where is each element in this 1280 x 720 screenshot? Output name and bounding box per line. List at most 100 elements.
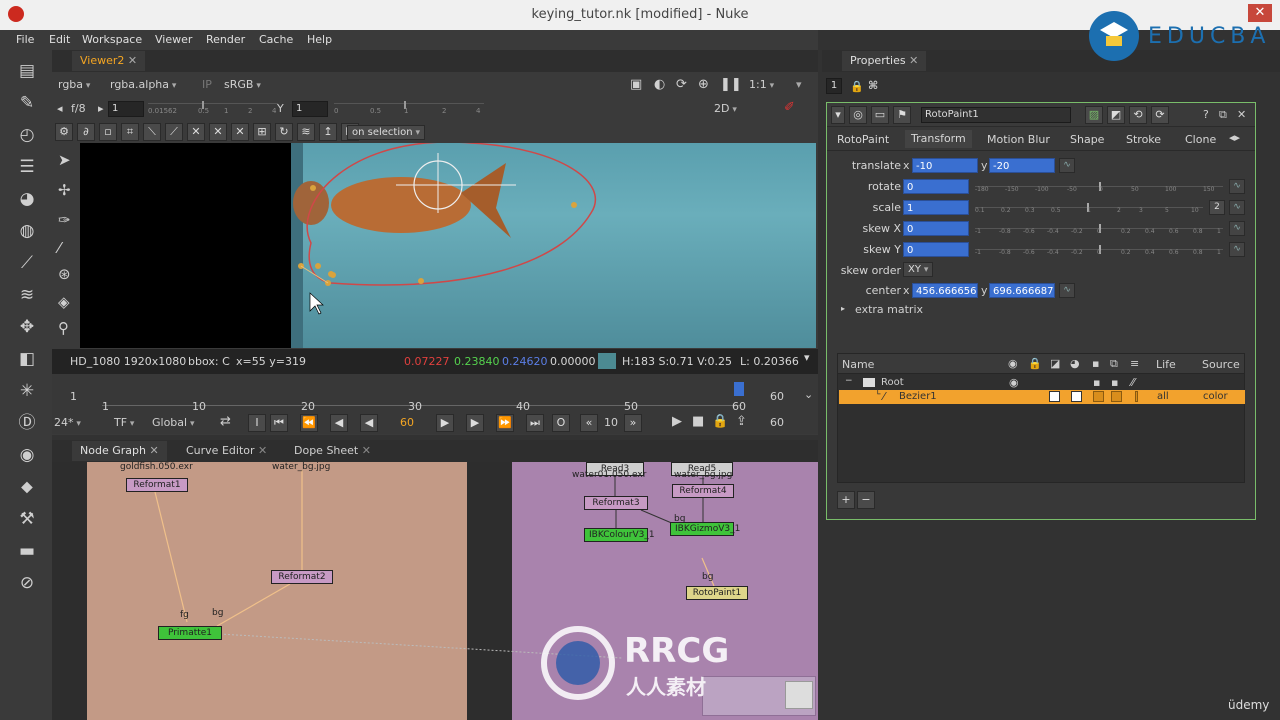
brush-tool-icon[interactable]: ⁄ — [58, 239, 61, 257]
metadata-icon[interactable]: ⬥ — [15, 476, 39, 498]
transform-icon[interactable]: ✥ — [15, 316, 39, 338]
tf-dropdown[interactable]: TF — [114, 416, 134, 429]
skip-back-icon[interactable]: « — [580, 414, 598, 432]
skew-y-input[interactable]: 0 — [903, 242, 969, 257]
skip-forward-icon[interactable]: » — [624, 414, 642, 432]
gain-slider[interactable]: 0.01562 0.5 1 2 4 — [148, 101, 278, 117]
ip-icon[interactable]: IP — [202, 78, 212, 91]
float-panels-icon[interactable]: ⌘ — [868, 79, 878, 92]
motion-blur-icon[interactable]: ≡ — [1130, 357, 1139, 370]
fps-dropdown[interactable]: 24* — [54, 416, 81, 429]
node-reformat1[interactable]: Reformat1 — [126, 478, 188, 492]
out-point-icon[interactable]: O — [552, 414, 570, 432]
rotate-slider[interactable]: -180 -150 -100 -50 0 50 100 150 — [975, 182, 1223, 200]
clone-tool-icon[interactable]: ⊛ — [58, 265, 71, 283]
particles-icon[interactable]: ✳ — [15, 380, 39, 402]
tab-curve-editor[interactable]: Curve Editor ✕ — [178, 441, 275, 461]
zoom-dropdown[interactable]: 1:1 — [749, 78, 774, 91]
gamma-input[interactable]: 1 — [292, 101, 328, 117]
tab-clone[interactable]: Clone — [1185, 131, 1216, 149]
control-point[interactable] — [315, 263, 321, 269]
feather-icon[interactable]: ⌗ — [121, 123, 139, 141]
tab-motion-blur[interactable]: Motion Blur — [987, 131, 1050, 149]
global-dropdown[interactable]: Global — [152, 416, 194, 429]
menu-edit[interactable]: Edit — [49, 33, 70, 46]
node-reformat3[interactable]: Reformat3 — [584, 496, 648, 510]
layer-row-bezier1[interactable]: └ ⁄ Bezier1 all color — [839, 390, 1245, 404]
control-point[interactable] — [418, 278, 424, 284]
node-primatte1[interactable]: Primatte1 — [158, 626, 222, 640]
time-icon[interactable]: ◴ — [15, 124, 39, 146]
translate-x-input[interactable]: -10 — [912, 158, 978, 173]
box-icon[interactable]: ▫ — [99, 123, 117, 141]
toolsets-icon[interactable]: ⚒ — [15, 508, 39, 530]
gamma-slider[interactable]: 0 0.5 1 2 4 — [334, 101, 484, 117]
close-icon[interactable]: ✕ — [128, 54, 137, 67]
blend-icon[interactable]: ⧉ — [1110, 357, 1118, 371]
chevron-down-icon[interactable]: ⌄ — [804, 388, 813, 401]
blend-toggle[interactable] — [1111, 391, 1122, 402]
play-icon[interactable]: ▶ — [436, 414, 454, 432]
remove-point-icon[interactable]: ✕ — [209, 123, 227, 141]
blend-icon[interactable]: ▪ — [1111, 376, 1118, 389]
deep-icon[interactable]: Ⓓ — [15, 412, 39, 434]
animation-curve-icon[interactable]: ∿ — [1229, 221, 1245, 236]
viewer-mode-dropdown[interactable]: 2D — [714, 102, 737, 115]
bookmark-icon[interactable]: ⚑ — [893, 106, 911, 124]
center-y-input[interactable]: 696.666687 — [989, 283, 1055, 298]
layer-row-root[interactable]: − Root ◉ ▪ ▪ ⁄⁄ — [839, 376, 1245, 390]
chevron-down-icon[interactable]: ▾ — [796, 78, 802, 91]
colorspace-dropdown[interactable]: sRGB — [224, 78, 261, 91]
reset-feather-icon[interactable]: ✕ — [231, 123, 249, 141]
skew-y-slider[interactable]: -1 -0.8 -0.6 -0.4 -0.2 0 0.2 0.4 0.6 0.8… — [975, 245, 1223, 263]
current-frame[interactable]: 60 — [400, 416, 414, 429]
visibility-icon[interactable]: ◉ — [1009, 376, 1019, 389]
channel-icon[interactable]: ☰ — [15, 156, 39, 178]
tab-shape[interactable]: Shape — [1070, 131, 1104, 149]
overlay-icon[interactable]: ◪ — [1050, 357, 1060, 370]
invert-icon[interactable]: ▪ — [1092, 357, 1099, 370]
curve-icon[interactable]: ↻ — [275, 123, 293, 141]
last-frame-icon[interactable]: ⏭ — [526, 414, 544, 432]
collapse-icon[interactable]: − — [845, 376, 853, 386]
scroll-tabs-icon[interactable]: ◂▸ — [1229, 131, 1240, 144]
knob-color-icon[interactable]: ▨ — [1085, 106, 1103, 124]
tab-properties[interactable]: Properties ✕ — [842, 51, 927, 71]
animation-curve-icon[interactable]: ∿ — [1229, 179, 1245, 194]
visibility-icon[interactable]: ◉ — [1008, 357, 1018, 370]
smooth-icon[interactable]: ⟋ — [165, 123, 183, 141]
image-icon[interactable]: ▤ — [15, 60, 39, 82]
rotate-input[interactable]: 0 — [903, 179, 969, 194]
animation-curve-icon[interactable]: ∿ — [1059, 158, 1075, 173]
column-name[interactable]: Name — [842, 358, 874, 371]
control-point[interactable] — [330, 272, 336, 278]
color-wheel-icon[interactable]: ◕ — [1070, 357, 1080, 370]
settings-icon[interactable]: ⚙ — [55, 123, 73, 141]
tab-dope-sheet[interactable]: Dope Sheet ✕ — [286, 441, 379, 461]
remove-layer-button[interactable]: − — [857, 491, 875, 509]
collapse-icon[interactable]: ▾ — [831, 106, 845, 124]
skew-x-slider[interactable]: -1 -0.8 -0.6 -0.4 -0.2 0 0.2 0.4 0.6 0.8… — [975, 224, 1223, 242]
next-arrow-icon[interactable]: ▸ — [98, 102, 104, 115]
center-node-icon[interactable]: ◎ — [849, 106, 867, 124]
max-panels-input[interactable]: 1 — [826, 78, 842, 94]
step-back-icon[interactable]: ◀ — [330, 414, 348, 432]
menu-workspace[interactable]: Workspace — [82, 33, 142, 46]
overlay-toggle[interactable] — [1049, 391, 1060, 402]
dodge-tool-icon[interactable]: ⚲ — [58, 319, 69, 337]
gl-color-icon[interactable]: ◩ — [1107, 106, 1125, 124]
invert-icon[interactable]: ▪ — [1093, 376, 1100, 389]
node-color-icon[interactable]: ▭ — [871, 106, 889, 124]
skew-x-input[interactable]: 0 — [903, 221, 969, 236]
cusp-icon[interactable]: ✕ — [187, 123, 205, 141]
tab-stroke[interactable]: Stroke — [1126, 131, 1161, 149]
scale-slider[interactable]: 0.1 0.2 0.3 0.5 1 2 3 5 10 — [975, 203, 1203, 221]
node-reformat4[interactable]: Reformat4 — [672, 484, 734, 498]
lock-icon[interactable]: 🔒 — [850, 80, 864, 93]
color-toggle[interactable] — [1071, 391, 1082, 402]
close-icon[interactable]: ✕ — [149, 444, 158, 457]
tab-viewer2[interactable]: Viewer2 ✕ — [72, 51, 146, 71]
layer-source[interactable]: color — [1203, 391, 1228, 402]
proxy-icon[interactable]: ◐ — [654, 77, 665, 92]
scale-split-button[interactable]: 2 — [1209, 200, 1225, 215]
